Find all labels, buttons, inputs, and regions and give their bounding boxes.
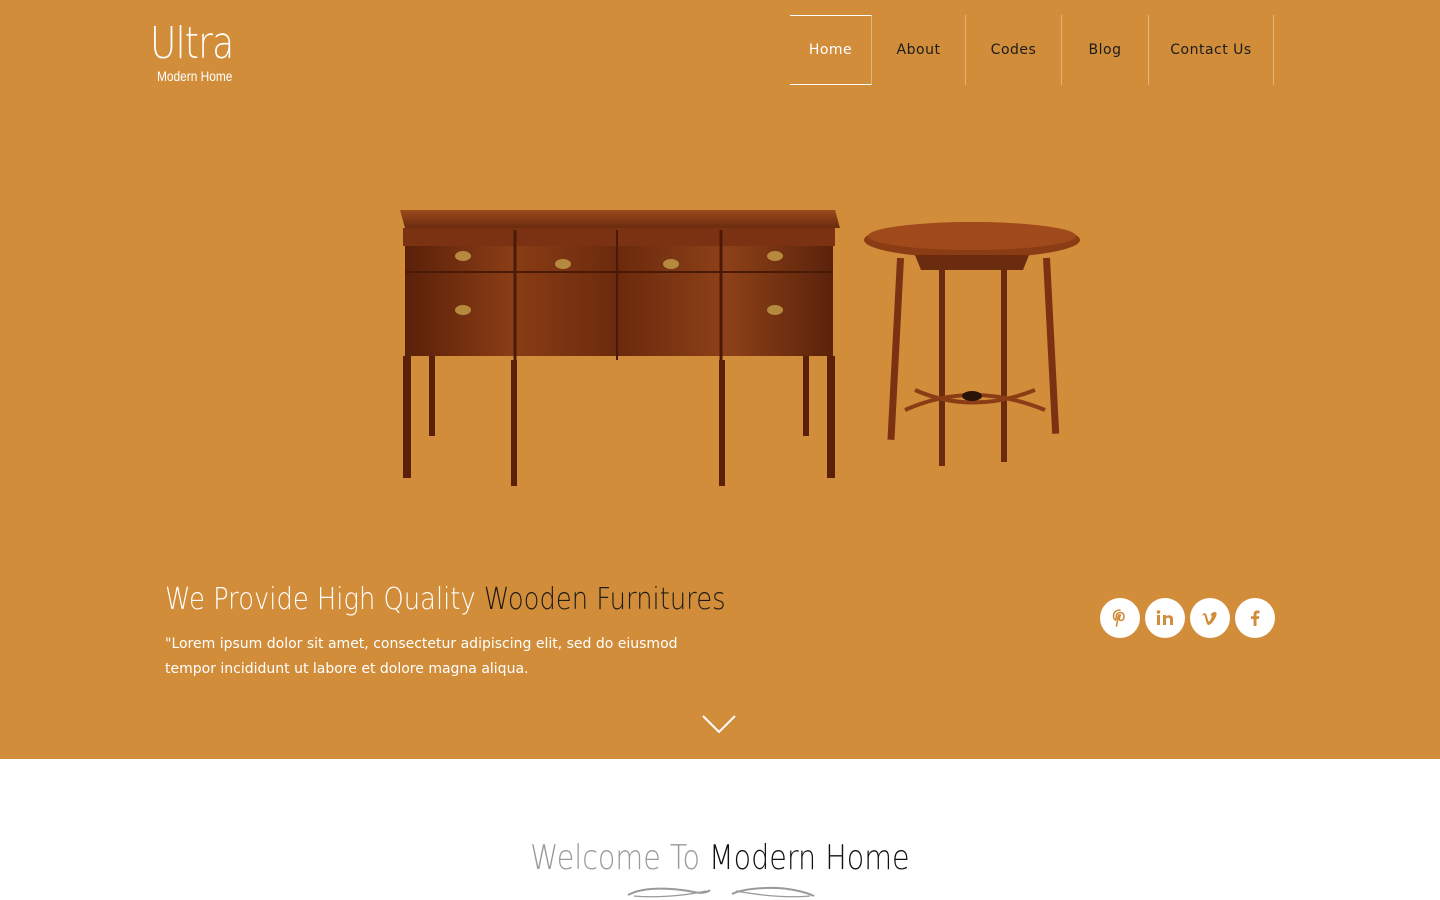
side-table [864,222,1080,466]
hero-section: Ultra Modern Home Home About Codes Blog … [0,0,1440,759]
welcome-section: Welcome To Modern Home [0,836,1440,880]
vimeo-icon[interactable] [1190,598,1230,638]
hero-text-block: We Provide High Quality Wooden Furniture… [165,578,785,682]
nav-codes[interactable]: Codes [966,15,1062,85]
nav-contact-us[interactable]: Contact Us [1149,15,1274,85]
logo-subtitle: Modern Home [157,68,233,84]
main-nav: Home About Codes Blog Contact Us [790,15,1274,85]
welcome-title-grey: Welcome To [530,838,710,878]
hero-heading: We Provide High Quality Wooden Furniture… [165,578,726,622]
sideboard [400,210,840,486]
nav-blog[interactable]: Blog [1062,15,1149,85]
logo[interactable]: Ultra Modern Home [150,18,270,84]
social-links [1100,598,1275,638]
chevron-down-icon[interactable] [701,712,737,738]
welcome-title: Welcome To Modern Home [530,836,909,880]
flourish-divider-icon [627,886,815,898]
hero-heading-light: We Provide High Quality [165,582,484,617]
facebook-icon[interactable] [1235,598,1275,638]
nav-about[interactable]: About [872,15,966,85]
linkedin-icon[interactable] [1145,598,1185,638]
pinterest-icon[interactable] [1100,598,1140,638]
logo-title: Ultra [150,18,234,69]
hero-heading-dark: Wooden Furnitures [483,582,726,617]
nav-home[interactable]: Home [790,15,872,85]
furniture-image [400,210,1080,486]
welcome-title-black: Modern Home [709,838,910,878]
hero-description: "Lorem ipsum dolor sit amet, consectetur… [165,636,678,677]
